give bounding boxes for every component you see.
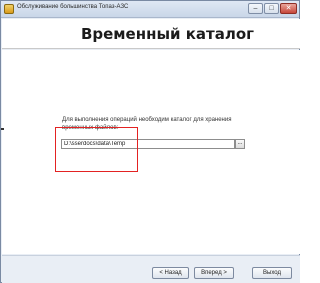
wizard-footer: < Назад Вперед > Выход xyxy=(2,255,300,283)
close-icon: ✕ xyxy=(285,5,292,12)
close-button[interactable]: ✕ xyxy=(280,3,297,14)
exit-button[interactable]: Выход xyxy=(252,267,292,279)
wizard-header: Временный каталог xyxy=(2,19,300,49)
maximize-button[interactable]: □ xyxy=(264,3,279,14)
minimize-button[interactable]: ‒ xyxy=(248,3,263,14)
window-title: Обслуживание большинства Топаз-АЗС xyxy=(17,4,129,10)
wizard-window: Обслуживание большинства Топаз-АЗС ‒ □ ✕… xyxy=(0,0,300,283)
page-title: Временный каталог xyxy=(80,25,254,43)
app-icon xyxy=(4,4,14,14)
browse-button[interactable]: ... xyxy=(235,139,245,149)
maximize-icon: □ xyxy=(269,5,274,12)
highlight-annotation xyxy=(55,127,138,172)
title-bar[interactable]: Обслуживание большинства Топаз-АЗС ‒ □ ✕ xyxy=(1,1,299,18)
minimize-icon: ‒ xyxy=(253,5,258,12)
wizard-content: Для выполнения операций необходим катало… xyxy=(2,50,300,254)
next-button[interactable]: Вперед > xyxy=(194,267,234,279)
left-edge-marker xyxy=(1,128,4,130)
back-button[interactable]: < Назад xyxy=(152,267,189,279)
